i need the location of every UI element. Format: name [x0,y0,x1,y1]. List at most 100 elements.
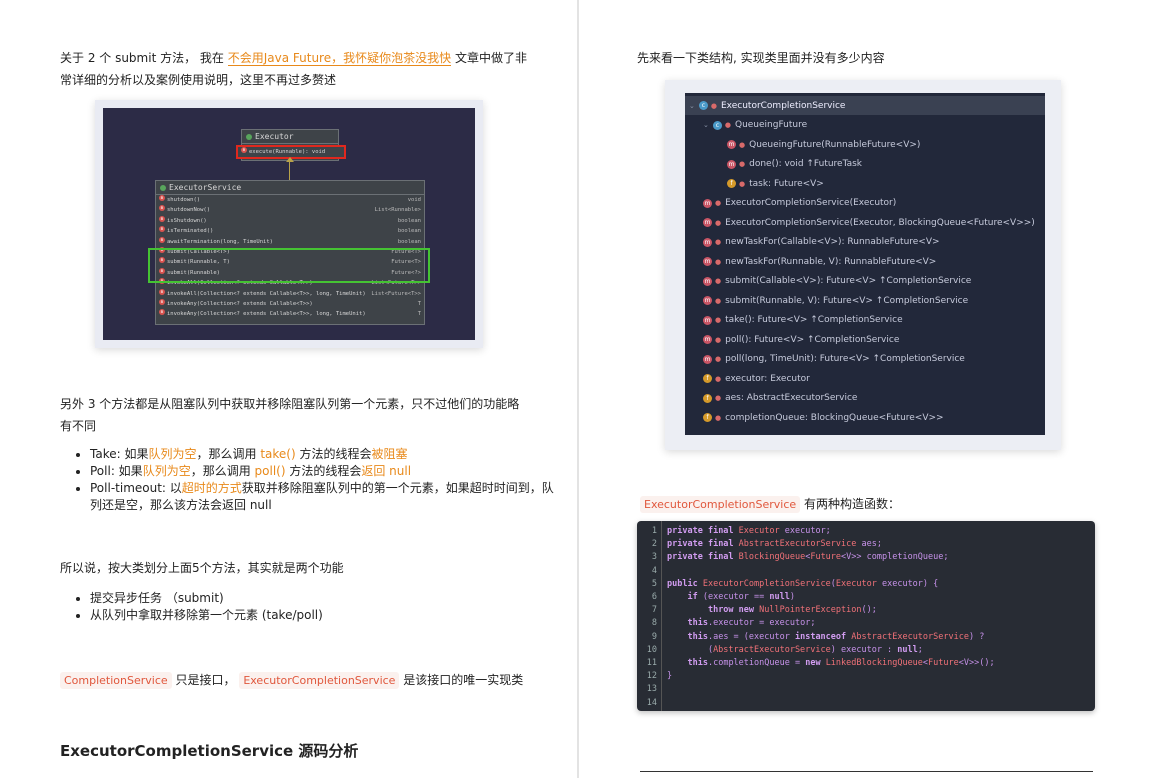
tree-node[interactable]: m ● submit(Runnable, V): Future<V> ↑Comple… [685,291,1045,310]
visibility-icon: ● [715,277,722,285]
page-divider [577,0,579,778]
function-item: 从队列中拿取并移除第一个元素 (take/poll) [90,607,560,624]
visibility-icon: ● [724,121,731,129]
field-icon: f [727,179,736,188]
code-line: 6 if (executor == null) [637,591,1095,604]
visibility-icon: ● [715,413,722,422]
bottom-rule [640,771,1093,772]
method-icon: m [241,147,247,153]
tree-node[interactable]: m ● ExecutorCompletionService(Executor, Bl… [685,213,1045,232]
submit-methods-highlight [148,248,430,283]
tree-node[interactable]: m ● newTaskFor(Runnable, V): RunnableFutur… [685,252,1045,271]
uml-method-row: m isShutdown() boolean [159,215,421,224]
completion-service-tag: CompletionService [60,672,172,689]
left-page: 关于 2 个 submit 方法， 我在 不会用Java Future，我怀疑你… [0,0,576,778]
chevron-down-icon[interactable]: ⌄ [689,102,695,110]
visibility-icon: ● [715,335,722,344]
visibility-icon: ● [715,355,722,363]
tree-node[interactable]: m ● submit(Callable<V>): Future<V> ↑Comple… [685,272,1045,291]
line-number: 4 [651,565,657,576]
method-icon: m [159,309,165,316]
class-structure-intro: 先来看一下类结构, 实现类里面并没有多少内容 [637,51,885,65]
tree-node[interactable]: f ● aes: AbstractExecutorService [685,389,1045,408]
line-number: 7 [651,605,657,616]
uml-method-row: m invokeAny(Collection<? extends Callable… [159,309,421,318]
line-number: 3 [651,552,657,563]
code-line: 14 [637,697,1095,710]
tree-node[interactable]: ⌄ c ● ExecutorCompletionService [685,96,1045,115]
tree-node[interactable]: m ● QueueingFuture(RunnableFuture<V>) [685,135,1045,154]
method-bullet: Poll: 如果队列为空，那么调用 poll() 方法的线程会返回 null [90,463,560,480]
code-line: 3 private final BlockingQueue<Future<V>> … [637,551,1095,564]
class-structure-image: ⌄ c ● ExecutorCompletionService ⌄ c ● QueueingF… [665,80,1061,450]
method-icon: m [159,226,165,233]
interface-icon [160,184,166,191]
line-number: 10 [646,644,657,655]
uml-diagram-image: Executor m execute(Runnable): void Execut… [95,100,483,348]
visibility-icon: ● [739,179,746,188]
intro-paragraph: 关于 2 个 submit 方法， 我在 不会用Java Future，我怀疑你… [60,47,530,91]
method-icon: m [159,298,165,305]
line-number: 5 [651,578,657,589]
code-block: 1 private final Executor executor; 2 privat… [637,521,1095,711]
tree-node[interactable]: m ● newTaskFor(Callable<V>): RunnableFutur… [685,233,1045,252]
method-icon: m [703,354,712,364]
method-icon: m [727,159,736,169]
class-icon: c [712,120,722,130]
chevron-down-icon[interactable]: ⌄ [703,121,709,129]
tree-node[interactable]: m ● ExecutorCompletionService(Executor) [685,194,1045,213]
visibility-icon: ● [715,394,722,402]
intro-text: 关于 2 个 submit 方法， 我在 [60,51,228,65]
method-icon: m [703,315,712,325]
function-item: 提交异步任务 （submit) [90,590,560,607]
method-icon: m [159,195,165,201]
code-line: 2 private final AbstractExecutorService a… [637,538,1095,551]
summary-paragraph: 所以说，按大类划分上面5个方法，其实就是两个功能 [60,561,344,575]
line-number: 6 [651,592,657,602]
method-icon: m [159,236,165,243]
line-number: 14 [646,697,657,708]
tree-node[interactable]: m ● poll(long, TimeUnit): Future<V> ↑Compl… [685,350,1045,369]
tree-node[interactable]: f ● executor: Executor [685,369,1045,388]
line-number: 9 [651,631,657,642]
method-icon: m [159,288,165,295]
class-icon: c [698,101,708,110]
method-icon: m [159,215,165,222]
method-icon: m [703,237,712,247]
line-number: 1 [651,526,657,536]
visibility-icon: ● [715,199,722,207]
tree-node[interactable]: m ● take(): Future<V> ↑CompletionService [685,311,1045,330]
visibility-icon: ● [715,218,722,227]
method-icon: m [703,218,712,227]
visibility-icon: ● [715,296,722,305]
method-icon: m [703,257,712,266]
tree-node[interactable]: ⌄ c ● QueueingFuture [685,116,1045,135]
tree-node[interactable]: m ● done(): void ↑FutureTask [685,155,1045,174]
code-line: 12} [637,670,1095,683]
uml-method-row: m invokeAny(Collection<? extends Callable… [159,298,421,307]
visibility-icon: ● [715,257,722,266]
tree-node[interactable]: m ● poll(): Future<V> ↑CompletionService [685,330,1045,349]
executor-title: Executor [255,132,294,141]
tree-node[interactable]: f ● task: Future<V> [685,174,1045,193]
uml-method-row: m shutdownNow() List<Runnable> [159,205,421,214]
ctor-class-tag: ExecutorCompletionService [640,496,801,513]
code-line: 1 private final Executor executor; [637,525,1095,538]
visibility-icon: ● [710,101,717,110]
method-icon: m [703,198,712,208]
function-list: 提交异步任务 （submit)从队列中拿取并移除第一个元素 (take/poll… [60,590,560,624]
inheritance-line [289,160,290,181]
method-icon: m [159,205,165,212]
other-methods-paragraph: 另外 3 个方法都是从阻塞队列中获取并移除阻塞队列第一个元素，只不过他们的功能略… [60,397,520,433]
field-icon: f [703,374,712,383]
structure-tree: ⌄ c ● ExecutorCompletionService ⌄ c ● QueueingF… [685,93,1045,435]
field-icon: f [703,413,712,422]
visibility-icon: ● [715,316,722,324]
visibility-icon: ● [739,160,746,168]
code-line: 13 [637,683,1095,696]
code-line: 8 this.executor = executor; [637,617,1095,630]
code-line: 5 public ExecutorCompletionService(Execut… [637,578,1095,591]
executor-service-title: ExecutorService [169,183,242,192]
tree-node[interactable]: f ● completionQueue: BlockingQueue<Future<… [685,408,1045,427]
article-link[interactable]: 不会用Java Future，我怀疑你泡茶没我快 [227,51,452,66]
